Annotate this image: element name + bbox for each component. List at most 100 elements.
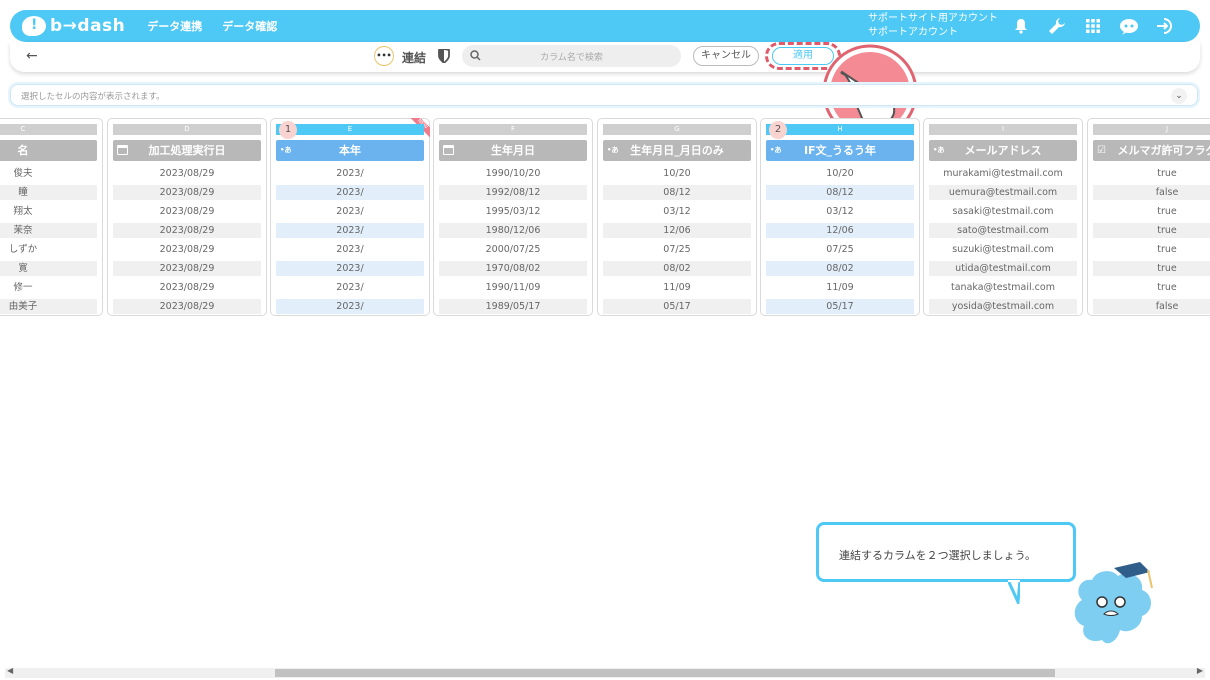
table-cell[interactable]: 08/12 bbox=[603, 183, 751, 202]
table-cell[interactable]: 2023/ bbox=[276, 240, 424, 259]
nav-item-data-check[interactable]: データ確認 bbox=[222, 18, 277, 34]
table-cell[interactable]: 1980/12/06 bbox=[439, 221, 587, 240]
table-cell[interactable]: 翔太 bbox=[0, 202, 97, 221]
shield-icon[interactable] bbox=[438, 48, 450, 67]
table-cell[interactable]: 2023/08/29 bbox=[113, 164, 261, 183]
app-logo[interactable]: b→dash bbox=[22, 16, 125, 36]
table-cell[interactable]: true bbox=[1093, 278, 1210, 297]
column-letter[interactable]: C bbox=[0, 124, 97, 135]
column-letter[interactable]: G bbox=[603, 124, 751, 135]
chat-bot-icon[interactable] bbox=[1118, 15, 1140, 37]
back-arrow-icon[interactable]: ← bbox=[26, 48, 38, 64]
table-cell[interactable]: 2023/ bbox=[276, 221, 424, 240]
column-c[interactable]: C 名俊夫瞳翔太 茉奈 しずか寛修一 由美子 bbox=[0, 118, 103, 316]
table-cell[interactable]: 1992/08/12 bbox=[439, 183, 587, 202]
table-cell[interactable]: 1970/08/02 bbox=[439, 259, 587, 278]
table-cell[interactable]: 2023/ bbox=[276, 183, 424, 202]
scroll-right-icon[interactable]: ▶ bbox=[1197, 666, 1203, 675]
table-cell[interactable]: 05/17 bbox=[603, 297, 751, 316]
table-cell[interactable]: sato@testmail.com bbox=[929, 221, 1077, 240]
table-cell[interactable]: 10/20 bbox=[766, 164, 914, 183]
column-header[interactable]: 生年月日 bbox=[439, 140, 587, 161]
table-cell[interactable]: 2023/08/29 bbox=[113, 259, 261, 278]
table-cell[interactable]: 2023/08/29 bbox=[113, 240, 261, 259]
column-header[interactable]: 加工処理実行日 bbox=[113, 140, 261, 161]
table-cell[interactable]: 08/02 bbox=[766, 259, 914, 278]
table-cell[interactable]: しずか bbox=[0, 240, 97, 259]
column-letter[interactable]: E bbox=[276, 124, 424, 135]
column-d[interactable]: D 加工処理実行日 2023/08/29 2023/08/29 2023/08/29 20… bbox=[107, 118, 267, 316]
table-cell[interactable]: uemura@testmail.com bbox=[929, 183, 1077, 202]
scrollbar-thumb[interactable] bbox=[275, 669, 1055, 677]
table-cell[interactable]: 修一 bbox=[0, 278, 97, 297]
column-header[interactable]: ☑ メルマガ許可フラグ bbox=[1093, 140, 1210, 161]
table-cell[interactable]: 2023/08/29 bbox=[113, 202, 261, 221]
table-cell[interactable]: 03/12 bbox=[766, 202, 914, 221]
table-cell[interactable]: murakami@testmail.com bbox=[929, 164, 1077, 183]
column-letter[interactable]: J bbox=[1093, 124, 1210, 135]
table-cell[interactable]: 2023/08/29 bbox=[113, 221, 261, 240]
table-cell[interactable]: 08/12 bbox=[766, 183, 914, 202]
column-letter[interactable]: H bbox=[766, 124, 914, 135]
table-cell[interactable]: 1990/11/09 bbox=[439, 278, 587, 297]
column-j[interactable]: J ☑ メルマガ許可フラグ true false true true true true true… bbox=[1087, 118, 1210, 316]
more-options-button[interactable]: ••• bbox=[374, 46, 394, 66]
column-header[interactable]: •あ 生年月日_月日のみ bbox=[603, 140, 751, 161]
table-cell[interactable]: 07/25 bbox=[766, 240, 914, 259]
scroll-left-icon[interactable]: ◀ bbox=[7, 666, 13, 675]
column-h[interactable]: 2 H •あ IF文_うるう年 10/20 08/12 03/12 12/06 07/25 08/… bbox=[760, 118, 920, 316]
table-cell[interactable]: 12/06 bbox=[766, 221, 914, 240]
table-cell[interactable]: 2023/08/29 bbox=[113, 297, 261, 316]
column-header[interactable]: 名 bbox=[0, 140, 97, 161]
cancel-button[interactable]: キャンセル bbox=[693, 46, 759, 66]
nav-item-data-integration[interactable]: データ連携 bbox=[147, 18, 202, 34]
table-cell[interactable]: 07/25 bbox=[603, 240, 751, 259]
logout-icon[interactable] bbox=[1154, 15, 1176, 37]
table-cell[interactable]: 12/06 bbox=[603, 221, 751, 240]
table-cell[interactable]: 2023/ bbox=[276, 202, 424, 221]
column-g[interactable]: G •あ 生年月日_月日のみ 10/20 08/12 03/12 12/06 07/25 08/… bbox=[597, 118, 757, 316]
table-cell[interactable]: sasaki@testmail.com bbox=[929, 202, 1077, 221]
column-f[interactable]: F 生年月日 1990/10/20 1992/08/12 1995/03/12 1980/… bbox=[433, 118, 593, 316]
table-cell[interactable]: 1989/05/17 bbox=[439, 297, 587, 316]
table-cell[interactable]: 11/09 bbox=[603, 278, 751, 297]
table-cell[interactable]: 俊夫 bbox=[0, 164, 97, 183]
column-letter[interactable]: F bbox=[439, 124, 587, 135]
wrench-icon[interactable] bbox=[1046, 15, 1068, 37]
table-cell[interactable]: utida@testmail.com bbox=[929, 259, 1077, 278]
table-cell[interactable]: true bbox=[1093, 202, 1210, 221]
column-letter[interactable]: I bbox=[929, 124, 1077, 135]
table-cell[interactable]: 08/02 bbox=[603, 259, 751, 278]
column-header[interactable]: •あ IF文_うるう年 bbox=[766, 140, 914, 161]
table-cell[interactable]: 2000/07/25 bbox=[439, 240, 587, 259]
chevron-down-icon[interactable]: ⌄ bbox=[1171, 88, 1187, 104]
table-cell[interactable]: 瞳 bbox=[0, 183, 97, 202]
table-cell[interactable]: 10/20 bbox=[603, 164, 751, 183]
column-e[interactable]: 1NEWE•あ本年2023/2023/2023/2023/2023/2023/2… bbox=[270, 118, 430, 316]
table-cell[interactable]: 寛 bbox=[0, 259, 97, 278]
table-cell[interactable]: 2023/ bbox=[276, 259, 424, 278]
table-cell[interactable]: true bbox=[1093, 240, 1210, 259]
table-cell[interactable]: 11/09 bbox=[766, 278, 914, 297]
column-i[interactable]: I •あ メールアドレス murakami@testmail.com uemura@te… bbox=[923, 118, 1083, 316]
table-cell[interactable]: suzuki@testmail.com bbox=[929, 240, 1077, 259]
table-cell[interactable]: yosida@testmail.com bbox=[929, 297, 1077, 316]
table-cell[interactable]: 2023/08/29 bbox=[113, 278, 261, 297]
table-cell[interactable]: false bbox=[1093, 297, 1210, 316]
column-header[interactable]: •あ メールアドレス bbox=[929, 140, 1077, 161]
table-cell[interactable]: 2023/ bbox=[276, 278, 424, 297]
table-cell[interactable]: true bbox=[1093, 164, 1210, 183]
table-cell[interactable]: false bbox=[1093, 183, 1210, 202]
table-cell[interactable]: 1990/10/20 bbox=[439, 164, 587, 183]
table-cell[interactable]: 由美子 bbox=[0, 297, 97, 316]
table-cell[interactable]: 05/17 bbox=[766, 297, 914, 316]
table-cell[interactable]: 茉奈 bbox=[0, 221, 97, 240]
table-cell[interactable]: 2023/08/29 bbox=[113, 183, 261, 202]
grid-icon[interactable] bbox=[1082, 15, 1104, 37]
table-cell[interactable]: 1995/03/12 bbox=[439, 202, 587, 221]
table-cell[interactable]: true bbox=[1093, 259, 1210, 278]
table-cell[interactable]: true bbox=[1093, 221, 1210, 240]
column-header[interactable]: •あ 本年 bbox=[276, 140, 424, 161]
table-cell[interactable]: tanaka@testmail.com bbox=[929, 278, 1077, 297]
column-letter[interactable]: D bbox=[113, 124, 261, 135]
